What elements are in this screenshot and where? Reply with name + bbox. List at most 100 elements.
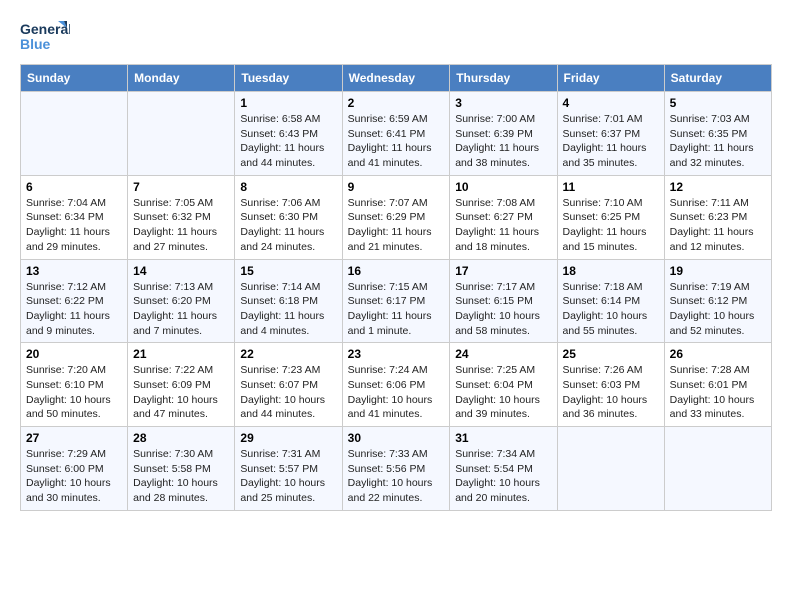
day-number: 20 xyxy=(26,347,122,361)
calendar-cell: 25Sunrise: 7:26 AMSunset: 6:03 PMDayligh… xyxy=(557,343,664,427)
day-number: 2 xyxy=(348,96,445,110)
calendar-cell: 28 Sunrise: 7:30 AMSunset: 5:58 PMDayligh… xyxy=(128,427,235,511)
calendar-cell: 17 Sunrise: 7:17 AMSunset: 6:15 PMDayligh… xyxy=(450,259,557,343)
calendar-cell: 9 Sunrise: 7:07 AMSunset: 6:29 PMDaylight… xyxy=(342,175,450,259)
day-info: Sunrise: 7:10 AMSunset: 6:25 PMDaylight:… xyxy=(563,196,659,255)
week-row-2: 6Sunrise: 7:04 AMSunset: 6:34 PMDaylight… xyxy=(21,175,772,259)
week-row-5: 27 Sunrise: 7:29 AMSunset: 6:00 PMDayligh… xyxy=(21,427,772,511)
logo-svg: GeneralBlue xyxy=(20,16,70,56)
day-info: Sunrise: 7:18 AMSunset: 6:14 PMDaylight:… xyxy=(563,280,659,339)
week-row-4: 20 Sunrise: 7:20 AMSunset: 6:10 PMDayligh… xyxy=(21,343,772,427)
day-info: Sunrise: 7:15 AMSunset: 6:17 PMDaylight:… xyxy=(348,280,445,339)
day-info: Sunrise: 7:07 AMSunset: 6:29 PMDaylight:… xyxy=(348,196,445,255)
calendar-cell: 27 Sunrise: 7:29 AMSunset: 6:00 PMDayligh… xyxy=(21,427,128,511)
day-number: 26 xyxy=(670,347,766,361)
day-info: Sunrise: 6:58 AMSunset: 6:43 PMDaylight:… xyxy=(240,112,336,171)
day-number: 16 xyxy=(348,264,445,278)
day-info: Sunrise: 7:31 AMSunset: 5:57 PMDaylight:… xyxy=(240,447,336,506)
day-number: 31 xyxy=(455,431,551,445)
calendar-cell: 1 Sunrise: 6:58 AMSunset: 6:43 PMDaylight… xyxy=(235,92,342,176)
calendar-table: SundayMondayTuesdayWednesdayThursdayFrid… xyxy=(20,64,772,511)
day-info: Sunrise: 7:28 AMSunset: 6:01 PMDaylight:… xyxy=(670,363,766,422)
day-number: 30 xyxy=(348,431,445,445)
day-number: 1 xyxy=(240,96,336,110)
calendar-cell: 22 Sunrise: 7:23 AMSunset: 6:07 PMDayligh… xyxy=(235,343,342,427)
day-info: Sunrise: 7:34 AMSunset: 5:54 PMDaylight:… xyxy=(455,447,551,506)
week-row-3: 13 Sunrise: 7:12 AMSunset: 6:22 PMDayligh… xyxy=(21,259,772,343)
weekday-header-thursday: Thursday xyxy=(450,65,557,92)
day-number: 22 xyxy=(240,347,336,361)
calendar-cell: 20 Sunrise: 7:20 AMSunset: 6:10 PMDayligh… xyxy=(21,343,128,427)
weekday-header-row: SundayMondayTuesdayWednesdayThursdayFrid… xyxy=(21,65,772,92)
calendar-cell: 2 Sunrise: 6:59 AMSunset: 6:41 PMDaylight… xyxy=(342,92,450,176)
day-info: Sunrise: 7:05 AMSunset: 6:32 PMDaylight:… xyxy=(133,196,229,255)
day-info: Sunrise: 7:20 AMSunset: 6:10 PMDaylight:… xyxy=(26,363,122,422)
calendar-cell: 13 Sunrise: 7:12 AMSunset: 6:22 PMDayligh… xyxy=(21,259,128,343)
calendar-cell: 29 Sunrise: 7:31 AMSunset: 5:57 PMDayligh… xyxy=(235,427,342,511)
svg-text:Blue: Blue xyxy=(20,36,51,52)
day-number: 6 xyxy=(26,180,122,194)
day-number: 11 xyxy=(563,180,659,194)
day-number: 13 xyxy=(26,264,122,278)
day-number: 3 xyxy=(455,96,551,110)
day-number: 9 xyxy=(348,180,445,194)
calendar-cell xyxy=(21,92,128,176)
weekday-header-wednesday: Wednesday xyxy=(342,65,450,92)
day-number: 25 xyxy=(563,347,659,361)
day-number: 14 xyxy=(133,264,229,278)
weekday-header-tuesday: Tuesday xyxy=(235,65,342,92)
day-info: Sunrise: 7:00 AMSunset: 6:39 PMDaylight:… xyxy=(455,112,551,171)
calendar-cell xyxy=(128,92,235,176)
day-number: 19 xyxy=(670,264,766,278)
calendar-cell: 4 Sunrise: 7:01 AMSunset: 6:37 PMDaylight… xyxy=(557,92,664,176)
day-number: 4 xyxy=(563,96,659,110)
day-number: 15 xyxy=(240,264,336,278)
day-number: 27 xyxy=(26,431,122,445)
day-info: Sunrise: 7:08 AMSunset: 6:27 PMDaylight:… xyxy=(455,196,551,255)
day-number: 18 xyxy=(563,264,659,278)
calendar-cell: 21 Sunrise: 7:22 AMSunset: 6:09 PMDayligh… xyxy=(128,343,235,427)
day-info: Sunrise: 7:11 AMSunset: 6:23 PMDaylight:… xyxy=(670,196,766,255)
day-info: Sunrise: 7:19 AMSunset: 6:12 PMDaylight:… xyxy=(670,280,766,339)
day-info: Sunrise: 7:17 AMSunset: 6:15 PMDaylight:… xyxy=(455,280,551,339)
calendar-cell: 24 Sunrise: 7:25 AMSunset: 6:04 PMDayligh… xyxy=(450,343,557,427)
day-number: 24 xyxy=(455,347,551,361)
day-info: Sunrise: 7:03 AMSunset: 6:35 PMDaylight:… xyxy=(670,112,766,171)
calendar-cell: 12 Sunrise: 7:11 AMSunset: 6:23 PMDayligh… xyxy=(664,175,771,259)
day-number: 12 xyxy=(670,180,766,194)
day-number: 23 xyxy=(348,347,445,361)
weekday-header-sunday: Sunday xyxy=(21,65,128,92)
weekday-header-friday: Friday xyxy=(557,65,664,92)
day-info: Sunrise: 7:01 AMSunset: 6:37 PMDaylight:… xyxy=(563,112,659,171)
weekday-header-monday: Monday xyxy=(128,65,235,92)
logo: GeneralBlue xyxy=(20,16,70,56)
calendar-cell: 14Sunrise: 7:13 AMSunset: 6:20 PMDayligh… xyxy=(128,259,235,343)
day-number: 29 xyxy=(240,431,336,445)
day-number: 21 xyxy=(133,347,229,361)
calendar-cell: 31 Sunrise: 7:34 AMSunset: 5:54 PMDayligh… xyxy=(450,427,557,511)
weekday-header-saturday: Saturday xyxy=(664,65,771,92)
day-info: Sunrise: 7:25 AMSunset: 6:04 PMDaylight:… xyxy=(455,363,551,422)
day-number: 7 xyxy=(133,180,229,194)
day-number: 5 xyxy=(670,96,766,110)
calendar-cell: 26 Sunrise: 7:28 AMSunset: 6:01 PMDayligh… xyxy=(664,343,771,427)
header: GeneralBlue xyxy=(20,16,772,56)
calendar-cell: 11 Sunrise: 7:10 AMSunset: 6:25 PMDayligh… xyxy=(557,175,664,259)
day-info: Sunrise: 7:22 AMSunset: 6:09 PMDaylight:… xyxy=(133,363,229,422)
day-info: Sunrise: 7:06 AMSunset: 6:30 PMDaylight:… xyxy=(240,196,336,255)
calendar-cell: 30Sunrise: 7:33 AMSunset: 5:56 PMDayligh… xyxy=(342,427,450,511)
week-row-1: 1 Sunrise: 6:58 AMSunset: 6:43 PMDaylight… xyxy=(21,92,772,176)
calendar-cell: 10Sunrise: 7:08 AMSunset: 6:27 PMDayligh… xyxy=(450,175,557,259)
day-number: 17 xyxy=(455,264,551,278)
day-info: Sunrise: 7:23 AMSunset: 6:07 PMDaylight:… xyxy=(240,363,336,422)
day-info: Sunrise: 7:30 AMSunset: 5:58 PMDaylight:… xyxy=(133,447,229,506)
day-info: Sunrise: 7:12 AMSunset: 6:22 PMDaylight:… xyxy=(26,280,122,339)
day-info: Sunrise: 7:24 AMSunset: 6:06 PMDaylight:… xyxy=(348,363,445,422)
day-info: Sunrise: 7:14 AMSunset: 6:18 PMDaylight:… xyxy=(240,280,336,339)
calendar-cell: 3 Sunrise: 7:00 AMSunset: 6:39 PMDaylight… xyxy=(450,92,557,176)
day-number: 28 xyxy=(133,431,229,445)
day-info: Sunrise: 6:59 AMSunset: 6:41 PMDaylight:… xyxy=(348,112,445,171)
calendar-cell: 18 Sunrise: 7:18 AMSunset: 6:14 PMDayligh… xyxy=(557,259,664,343)
day-info: Sunrise: 7:29 AMSunset: 6:00 PMDaylight:… xyxy=(26,447,122,506)
calendar-cell: 6Sunrise: 7:04 AMSunset: 6:34 PMDaylight… xyxy=(21,175,128,259)
